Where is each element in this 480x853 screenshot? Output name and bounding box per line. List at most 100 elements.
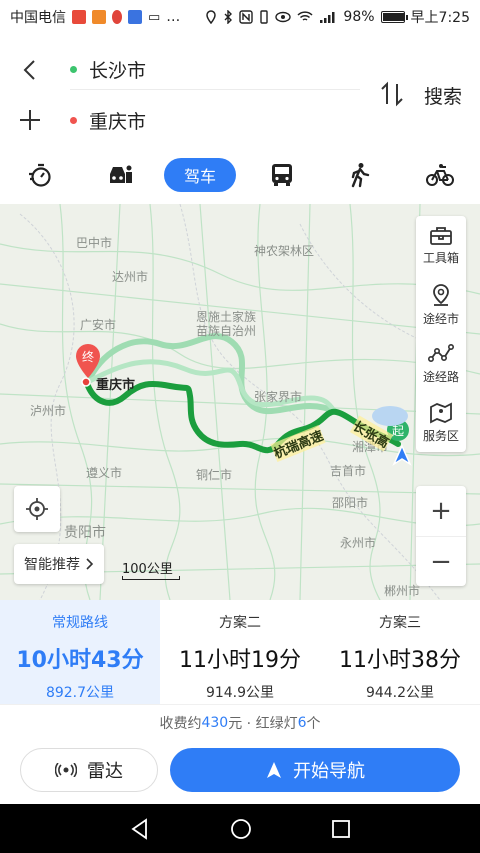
start-navigation-label: 开始导航 (293, 761, 365, 782)
chevron-left-icon (23, 60, 35, 80)
tab-taxi[interactable] (102, 158, 138, 192)
action-bar: 雷达 开始导航 (0, 740, 480, 804)
route-map[interactable]: 起 终 巴中市 达州市 广安市 重庆市 泸州市 遵义市 贵阳市 神农架林区 恩施… (0, 204, 480, 600)
radar-icon (55, 763, 77, 777)
tab-drive[interactable]: 驾车 (164, 158, 236, 192)
map-city-label: 达州市 (112, 270, 149, 284)
transport-tabs: 驾车 (0, 152, 480, 204)
start-dot-icon (70, 66, 77, 73)
chevron-right-icon (86, 558, 94, 570)
wifi-icon (297, 11, 313, 21)
plan-name: 方案二 (219, 615, 261, 631)
service-area-label: 服务区 (422, 428, 459, 443)
end-location-field[interactable]: 重庆市 (70, 100, 360, 140)
destination-city-label: 重庆市 (96, 378, 136, 393)
map-city-label: 巴中市 (76, 236, 113, 250)
map-city-label: 吉首市 (330, 464, 367, 478)
map-city-label: 张家界市 (254, 390, 303, 404)
map-city-label: 郴州市 (384, 584, 421, 598)
bike-icon (426, 164, 454, 186)
fee-suffix: 个 (306, 715, 321, 732)
map-city-label: 泸州市 (30, 404, 67, 418)
radar-label: 雷达 (87, 761, 123, 782)
bus-icon (272, 164, 292, 186)
swap-route-button[interactable] (376, 78, 408, 110)
start-navigation-button[interactable]: 开始导航 (170, 748, 460, 792)
back-triangle-icon[interactable] (129, 817, 151, 840)
message-icon: ▭ (148, 9, 161, 25)
more-notifications-icon: … (166, 9, 181, 25)
map-city-label: 永州市 (340, 536, 377, 550)
via-roads-button[interactable]: 途经路 (416, 334, 466, 393)
system-navigation-bar (0, 804, 480, 853)
end-dot-icon (70, 116, 77, 124)
via-cities-label: 途经市 (422, 311, 459, 326)
tab-bike[interactable] (422, 158, 458, 192)
map-city-label: 广安市 (80, 318, 117, 332)
app-notification-icon (128, 10, 142, 24)
service-area-button[interactable]: 服务区 (416, 393, 466, 452)
back-button[interactable] (14, 54, 46, 86)
map-scale-label: 100公里 (122, 562, 173, 577)
plan-distance: 944.2公里 (365, 685, 435, 701)
map-city-label: 遵义市 (86, 466, 123, 480)
zoom-in-button[interactable]: + (416, 486, 466, 536)
zoom-controls: + − (416, 486, 466, 586)
add-waypoint-button[interactable] (14, 104, 46, 136)
recents-square-icon[interactable] (331, 819, 351, 839)
plan-duration: 10小时43分 (16, 648, 144, 673)
route-nodes-icon (428, 343, 454, 362)
car-person-icon (110, 165, 132, 183)
locate-me-button[interactable] (14, 486, 60, 532)
app-notification-icon (72, 10, 86, 24)
walk-icon (351, 163, 370, 188)
status-bar: 中国电信 ▭ … 98% 早上7:25 (0, 0, 480, 34)
notification-icons: ▭ … (72, 9, 180, 25)
via-cities-button[interactable]: 途经市 (416, 275, 466, 334)
route-plan-option[interactable]: 方案二 11小时19分 914.9公里 (160, 600, 320, 704)
carrier-label: 中国电信 (10, 10, 66, 26)
tab-recommended[interactable] (22, 158, 58, 192)
plus-icon (20, 110, 40, 130)
clock: 早上7:25 (410, 10, 470, 26)
signal-icon (320, 11, 335, 23)
nfc-icon (239, 10, 254, 24)
map-scale-bar (122, 576, 180, 580)
gps-icon (206, 10, 217, 24)
start-location-field[interactable]: 长沙市 (70, 50, 360, 90)
radar-button[interactable]: 雷达 (20, 748, 158, 792)
tab-bus[interactable] (264, 158, 300, 192)
toolbox-label: 工具箱 (422, 250, 459, 265)
system-status: 98% 早上7:25 (205, 7, 470, 27)
service-map-icon (430, 402, 452, 423)
location-pin-icon (112, 10, 122, 24)
end-marker-label: 终 (82, 349, 94, 364)
tab-walk[interactable] (342, 158, 378, 192)
city-pin-icon (433, 283, 449, 306)
zoom-out-button[interactable]: − (416, 536, 466, 586)
swap-icon (381, 81, 403, 107)
toll-amount: 430 (201, 714, 229, 731)
navigation-arrow-icon (267, 762, 281, 778)
route-plan-option[interactable]: 常规路线 10小时43分 892.7公里 (0, 600, 160, 704)
smart-recommend-label: 智能推荐 (24, 557, 80, 573)
smart-recommend-button[interactable]: 智能推荐 (14, 544, 104, 584)
fee-prefix: 收费约 (159, 715, 202, 732)
traffic-light-count: 6 (297, 714, 307, 731)
toolbox-button[interactable]: 工具箱 (416, 216, 466, 275)
fee-middle: 元 · 红绿灯 (228, 715, 298, 732)
crosshair-icon (26, 498, 48, 520)
plan-duration: 11小时19分 (179, 648, 301, 673)
search-button[interactable]: 搜索 (424, 82, 462, 109)
toolbox-icon (430, 226, 452, 245)
plan-duration: 11小时38分 (339, 648, 461, 673)
home-circle-icon[interactable] (230, 818, 252, 840)
stopwatch-icon (29, 163, 51, 187)
plan-distance: 914.9公里 (205, 685, 275, 701)
plan-distance: 892.7公里 (45, 685, 115, 701)
route-plan-option[interactable]: 方案三 11小时38分 944.2公里 (320, 600, 480, 704)
plan-name: 方案三 (379, 615, 421, 631)
map-city-label: 神农架林区 (254, 244, 315, 258)
end-location-text: 重庆市 (89, 110, 147, 133)
map-city-label: 恩施土家族苗族自治州 (196, 310, 257, 338)
